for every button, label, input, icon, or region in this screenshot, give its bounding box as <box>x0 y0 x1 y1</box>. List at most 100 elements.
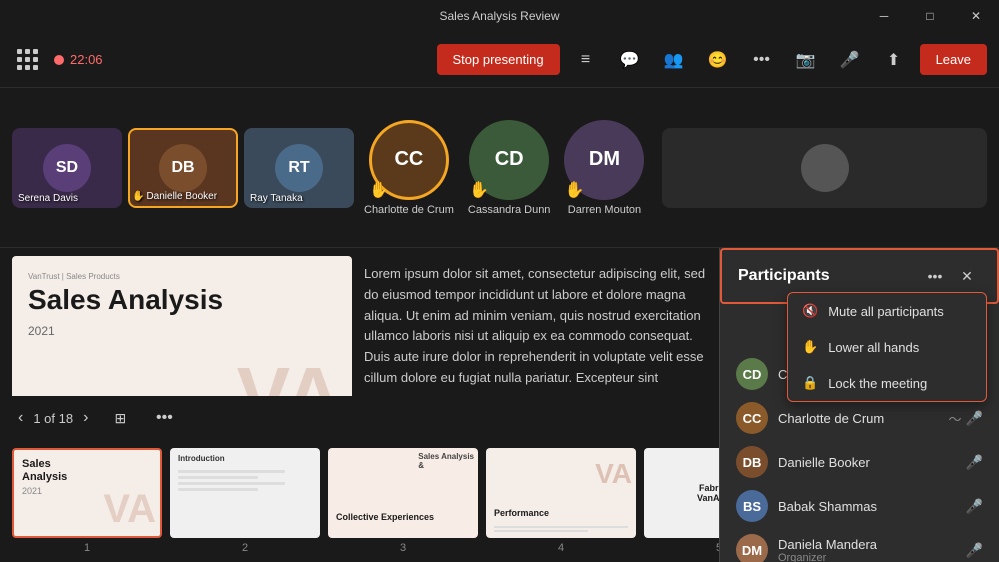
name-charlotte: Charlotte de Crum <box>778 411 939 426</box>
video-thumb-ray[interactable]: RT Ray Tanaka <box>244 128 354 208</box>
video-label-danielle: ✋Danielle Booker <box>132 191 217 202</box>
slide-body-text: Lorem ipsum dolor sit amet, consectetur … <box>364 264 707 388</box>
slide-prev-button[interactable]: ‹ <box>12 407 29 429</box>
participant-charlotte[interactable]: CC Charlotte de Crum 〜 🎤 <box>720 396 999 440</box>
avatar-label-charlotte: Charlotte de Crum <box>364 204 454 216</box>
slide-year: 2021 <box>28 324 336 338</box>
avatar-wrapper-darren: DM ✋ Darren Mouton <box>564 120 644 216</box>
main-content: VanTrust | Sales Products Sales Analysis… <box>0 248 999 562</box>
avatar-charlotte: CC <box>736 402 768 434</box>
app-menu-icon[interactable] <box>12 44 44 76</box>
avatar-wrapper-charlotte: CC ✋ Charlotte de Crum <box>364 120 454 216</box>
stop-presenting-button[interactable]: Stop presenting <box>437 44 560 75</box>
toolbar-right: ≡ 💬 👥 😊 ••• 📷 🎤 ⬆ Leave <box>568 42 987 78</box>
toolbar-left: 22:06 <box>12 44 429 76</box>
slide-next-button[interactable]: › <box>77 407 94 429</box>
more-options-icon[interactable]: ••• <box>744 42 780 78</box>
thumb-slide-4[interactable]: VA Performance <box>486 448 636 538</box>
slide-text-area: Lorem ipsum dolor sit amet, consectetur … <box>364 256 707 388</box>
panel-header-actions: ••• ✕ <box>921 262 981 290</box>
context-lock-meeting[interactable]: 🔒 Lock the meeting <box>788 365 986 401</box>
video-strip: SD Serena Davis DB ✋Danielle Booker RT R… <box>0 88 999 248</box>
chat-icon[interactable]: 💬 <box>612 42 648 78</box>
thumb-slide-5[interactable]: FabrikamVanArsdel — <box>644 448 719 538</box>
recording-dot <box>54 55 64 65</box>
thumb-num-2: 2 <box>242 542 248 554</box>
slide-viewer: VanTrust | Sales Products Sales Analysis… <box>0 248 719 396</box>
thumb-item-5: FabrikamVanArsdel — 5 <box>644 448 719 554</box>
title-bar: Sales Analysis Review ─ □ ✕ <box>0 0 999 32</box>
thumb-item-3: Collective Experiences Sales Analysis& 3 <box>328 448 478 554</box>
mic-danielle: 🎤 <box>966 454 983 471</box>
window-title: Sales Analysis Review <box>439 9 559 23</box>
slide-watermark: VA <box>237 356 342 396</box>
reactions-icon[interactable]: 😊 <box>700 42 736 78</box>
avatar-daniela: DM <box>736 534 768 562</box>
toolbar-center: Stop presenting <box>437 44 560 75</box>
remote-video-tile <box>662 128 987 208</box>
slide-main: VanTrust | Sales Products Sales Analysis… <box>12 256 352 396</box>
slide-counter: 1 of 18 <box>33 411 73 426</box>
close-button[interactable]: ✕ <box>953 0 999 32</box>
maximize-button[interactable]: □ <box>907 0 953 32</box>
thumb-item-1: SalesAnalysis 2021 VA 1 <box>12 448 162 554</box>
slide-thumbnails: SalesAnalysis 2021 VA 1 Introduction <box>0 440 719 562</box>
avatar-danielle: DB <box>736 446 768 478</box>
thumb-slide-1[interactable]: SalesAnalysis 2021 VA <box>12 448 162 538</box>
context-mute-all[interactable]: 🔇 Mute all participants <box>788 293 986 329</box>
minimize-button[interactable]: ─ <box>861 0 907 32</box>
camera-icon[interactable]: 📷 <box>788 42 824 78</box>
people-icon[interactable]: 👥 <box>656 42 692 78</box>
slide-more-btn[interactable]: ••• <box>146 400 182 436</box>
participant-babak[interactable]: BS Babak Shammas 🎤 <box>720 484 999 528</box>
mute-all-icon: 🔇 <box>802 303 818 319</box>
thumb-item-2: Introduction 2 <box>170 448 320 554</box>
participants-panel: Participants ••• ✕ 🔇 Mute all participan… <box>719 248 999 562</box>
name-babak: Babak Shammas <box>778 499 956 514</box>
participants-close-btn[interactable]: ✕ <box>953 262 981 290</box>
name-danielle: Danielle Booker <box>778 455 956 470</box>
thumb-num-1: 1 <box>84 542 90 554</box>
thumb-item-4: VA Performance 4 <box>486 448 636 554</box>
slide-grid-view-btn[interactable]: ⊞ <box>102 400 138 436</box>
video-thumb-serena[interactable]: SD Serena Davis <box>12 128 122 208</box>
slide-nav: ‹ 1 of 18 › ⊞ ••• <box>0 396 719 440</box>
context-menu: 🔇 Mute all participants ✋ Lower all hand… <box>787 292 987 402</box>
participant-danielle[interactable]: DB Danielle Booker 🎤 <box>720 440 999 484</box>
thumb-num-4: 4 <box>558 542 564 554</box>
context-lower-hands[interactable]: ✋ Lower all hands <box>788 329 986 365</box>
participants-panel-title: Participants <box>738 267 830 285</box>
toolbar: 22:06 Stop presenting ≡ 💬 👥 😊 ••• 📷 🎤 ⬆ … <box>0 32 999 88</box>
video-label-serena: Serena Davis <box>18 193 78 204</box>
mic-babak: 🎤 <box>966 498 983 515</box>
mic-daniela: 🎤 <box>966 542 983 559</box>
avatar-label-cassandra: Cassandra Dunn <box>468 204 551 216</box>
thumb-num-3: 3 <box>400 542 406 554</box>
lock-icon: 🔒 <box>802 375 818 391</box>
wave-charlotte: 〜 <box>949 409 962 428</box>
video-thumb-danielle[interactable]: DB ✋Danielle Booker <box>128 128 238 208</box>
chat-menu-icon[interactable]: ≡ <box>568 42 604 78</box>
mic-icon[interactable]: 🎤 <box>832 42 868 78</box>
presentation-area: VanTrust | Sales Products Sales Analysis… <box>0 248 719 562</box>
avatar-cassandra: CD <box>736 358 768 390</box>
role-daniela: Organizer <box>778 552 956 562</box>
recording-time: 22:06 <box>70 52 103 67</box>
lower-hands-icon: ✋ <box>802 339 818 355</box>
participant-daniela[interactable]: DM Daniela Mandera Organizer 🎤 <box>720 528 999 562</box>
mic-charlotte: 🎤 <box>966 410 983 427</box>
slide-nav-controls: ‹ 1 of 18 › <box>12 407 94 429</box>
recording-indicator: 22:06 <box>54 52 103 67</box>
leave-button[interactable]: Leave <box>920 44 987 75</box>
share-icon[interactable]: ⬆ <box>876 42 912 78</box>
participants-more-btn[interactable]: ••• <box>921 262 949 290</box>
avatar-wrapper-cassandra: CD ✋ Cassandra Dunn <box>468 120 551 216</box>
name-daniela: Daniela Mandera <box>778 537 956 552</box>
video-label-ray: Ray Tanaka <box>250 193 303 204</box>
slide-main-title: Sales Analysis <box>28 285 336 316</box>
avatar-label-darren: Darren Mouton <box>568 204 641 216</box>
thumb-slide-3[interactable]: Collective Experiences Sales Analysis& <box>328 448 478 538</box>
thumb-slide-2[interactable]: Introduction <box>170 448 320 538</box>
avatar-babak: BS <box>736 490 768 522</box>
window-controls: ─ □ ✕ <box>861 0 999 32</box>
